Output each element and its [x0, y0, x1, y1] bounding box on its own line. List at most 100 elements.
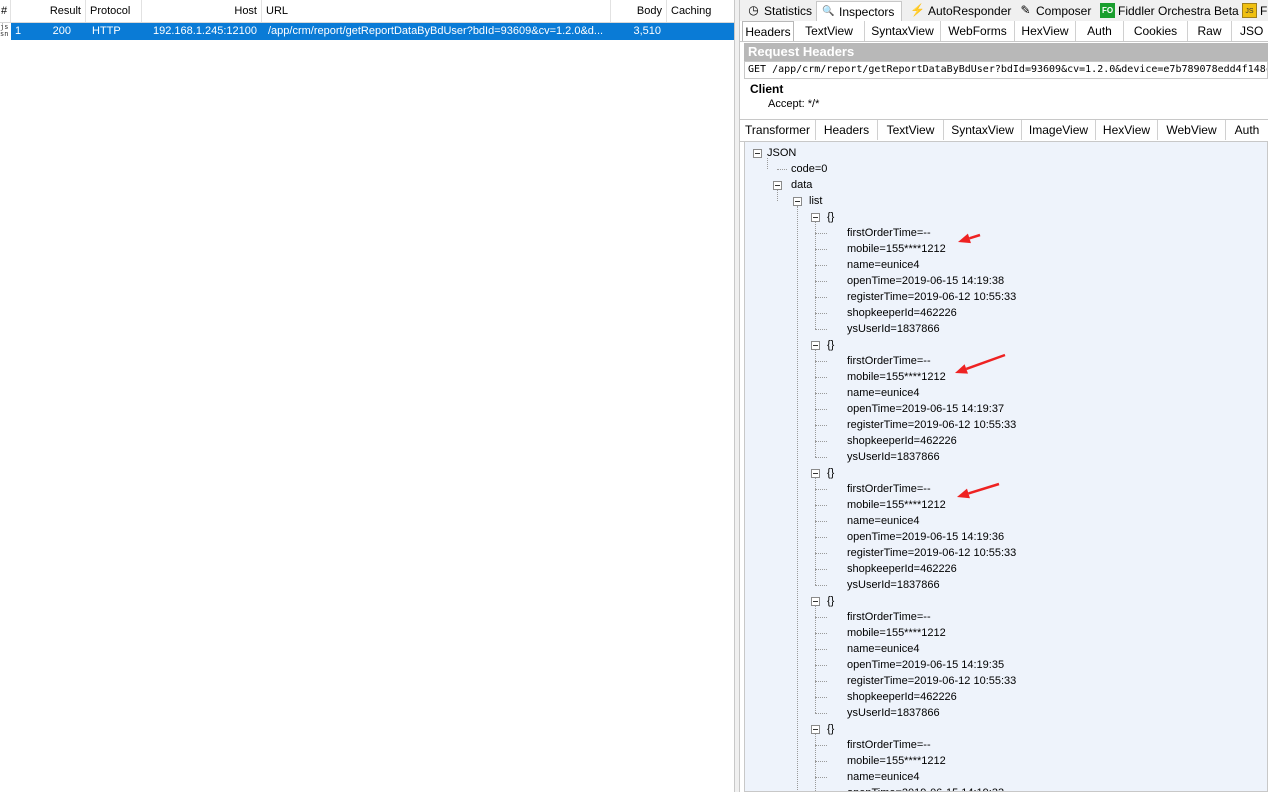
response-tab-headers[interactable]: Headers: [816, 120, 878, 140]
json-field[interactable]: shopkeeperId=462226: [847, 689, 957, 705]
request-tab-webforms[interactable]: WebForms: [941, 21, 1015, 41]
json-node-object[interactable]: {}: [827, 465, 834, 481]
tab-autoresponder[interactable]: ⚡ AutoResponder: [906, 1, 1011, 21]
col-header-url[interactable]: URL: [262, 0, 611, 22]
json-field[interactable]: ysUserId=1837866: [847, 577, 940, 593]
json-field[interactable]: openTime=2019-06-15 14:19:37: [847, 401, 1004, 417]
json-field[interactable]: firstOrderTime=--: [847, 225, 931, 241]
response-tab-webview[interactable]: WebView: [1158, 120, 1226, 140]
tree-guide-line: [815, 489, 827, 490]
collapse-toggle[interactable]: [793, 197, 802, 206]
tree-guide-line: [815, 281, 827, 282]
json-node-code[interactable]: code=0: [791, 161, 827, 177]
json-field[interactable]: registerTime=2019-06-12 10:55:33: [847, 673, 1016, 689]
request-tab-json[interactable]: JSO: [1232, 21, 1268, 41]
json-field[interactable]: ysUserId=1837866: [847, 449, 940, 465]
request-tab-cookies[interactable]: Cookies: [1124, 21, 1188, 41]
collapse-toggle[interactable]: [811, 469, 820, 478]
response-tab-textview[interactable]: TextView: [878, 120, 944, 140]
json-node-data[interactable]: data: [791, 177, 812, 193]
tree-guide-line: [797, 206, 798, 791]
json-field[interactable]: mobile=155****1212: [847, 625, 946, 641]
tab-inspectors[interactable]: 🔍 Inspectors: [816, 1, 902, 22]
json-root-node[interactable]: JSON: [767, 145, 796, 161]
request-tab-hexview[interactable]: HexView: [1015, 21, 1076, 41]
tree-guide-line: [815, 745, 827, 746]
json-node-object[interactable]: {}: [827, 337, 834, 353]
tree-guide-line: [777, 190, 778, 201]
request-tab-raw[interactable]: Raw: [1188, 21, 1232, 41]
json-field[interactable]: mobile=155****1212: [847, 241, 946, 257]
json-field[interactable]: ysUserId=1837866: [847, 705, 940, 721]
json-field[interactable]: mobile=155****1212: [847, 497, 946, 513]
request-tab-auth[interactable]: Auth: [1076, 21, 1124, 41]
response-tab-hexview[interactable]: HexView: [1096, 120, 1158, 140]
session-host: 192.168.1.245:12100: [153, 25, 257, 37]
tab-statistics[interactable]: ◷ Statistics: [742, 1, 816, 21]
request-line: GET /app/crm/report/getReportDataByBdUse…: [744, 61, 1268, 79]
col-header-protocol[interactable]: Protocol: [86, 0, 142, 22]
json-field[interactable]: ysUserId=1837866: [847, 321, 940, 337]
tree-guide-line: [815, 569, 827, 570]
tree-guide-line: [815, 777, 827, 778]
tree-guide-line: [815, 478, 816, 585]
json-field[interactable]: firstOrderTime=--: [847, 353, 931, 369]
response-tab-auth[interactable]: Auth: [1226, 120, 1268, 140]
collapse-toggle[interactable]: [753, 149, 762, 158]
tab-composer[interactable]: ✎ Composer: [1014, 1, 1094, 21]
collapse-toggle[interactable]: [811, 213, 820, 222]
tree-guide-line: [815, 350, 816, 457]
collapse-toggle[interactable]: [773, 181, 782, 190]
tree-guide-line: [815, 606, 816, 713]
json-field[interactable]: openTime=2019-06-15 14:19:38: [847, 273, 1004, 289]
json-field[interactable]: firstOrderTime=--: [847, 609, 931, 625]
json-field[interactable]: name=eunice4: [847, 257, 919, 273]
request-tab-syntaxview[interactable]: SyntaxView: [865, 21, 941, 41]
json-field[interactable]: registerTime=2019-06-12 10:55:33: [847, 545, 1016, 561]
fiddlerscript-icon: JS: [1242, 3, 1257, 18]
json-field[interactable]: registerTime=2019-06-12 10:55:33: [847, 417, 1016, 433]
request-tab-headers[interactable]: Headers: [742, 21, 794, 41]
collapse-toggle[interactable]: [811, 341, 820, 350]
json-field[interactable]: openTime=2019-06-15 14:19:35: [847, 657, 1004, 673]
json-node-object[interactable]: {}: [827, 721, 834, 737]
json-field[interactable]: shopkeeperId=462226: [847, 561, 957, 577]
json-field[interactable]: firstOrderTime=--: [847, 737, 931, 753]
json-field[interactable]: name=eunice4: [847, 513, 919, 529]
response-tab-imageview[interactable]: ImageView: [1022, 120, 1096, 140]
request-tab-textview[interactable]: TextView: [794, 21, 865, 41]
col-header-host[interactable]: Host: [142, 0, 262, 22]
json-field[interactable]: openTime=2019-06-15 14:19:36: [847, 529, 1004, 545]
json-field[interactable]: name=eunice4: [847, 641, 919, 657]
session-row[interactable]: js sn 1 200 HTTP 192.168.1.245:12100 /ap…: [0, 23, 734, 40]
json-field[interactable]: shopkeeperId=462226: [847, 305, 957, 321]
json-field[interactable]: registerTime=2019-06-12 10:55:33: [847, 289, 1016, 305]
collapse-toggle[interactable]: [811, 597, 820, 606]
tree-guide-line: [815, 681, 827, 682]
col-header-number[interactable]: #: [0, 0, 11, 22]
session-body: 3,510: [633, 25, 661, 37]
json-field[interactable]: name=eunice4: [847, 769, 919, 785]
json-field[interactable]: name=eunice4: [847, 385, 919, 401]
tab-fiddlerscript[interactable]: JS Fi: [1238, 1, 1268, 21]
json-node-object[interactable]: {}: [827, 593, 834, 609]
session-list-pane: # Result Protocol Host URL Body Caching …: [0, 0, 734, 792]
json-field[interactable]: shopkeeperId=462226: [847, 433, 957, 449]
json-field[interactable]: mobile=155****1212: [847, 753, 946, 769]
col-header-result[interactable]: Result: [11, 0, 86, 22]
col-header-caching[interactable]: Caching: [667, 0, 734, 22]
tree-guide-line: [815, 521, 827, 522]
json-field[interactable]: firstOrderTime=--: [847, 481, 931, 497]
request-tab-strip: Headers TextView SyntaxView WebForms Hex…: [740, 21, 1268, 42]
json-node-object[interactable]: {}: [827, 209, 834, 225]
response-tab-transformer[interactable]: Transformer: [740, 120, 816, 140]
json-field[interactable]: mobile=155****1212: [847, 369, 946, 385]
json-tree-view[interactable]: JSON code=0 data list{} firstOrderTime=-- mob…: [744, 141, 1268, 792]
collapse-toggle[interactable]: [811, 725, 820, 734]
tree-guide-line: [815, 649, 827, 650]
response-tab-syntaxview[interactable]: SyntaxView: [944, 120, 1022, 140]
json-field[interactable]: openTime=2019-06-15 14:19:33: [847, 785, 1004, 791]
json-node-list[interactable]: list: [809, 193, 822, 209]
tab-fiddler-orchestra[interactable]: FO Fiddler Orchestra Beta: [1096, 1, 1239, 21]
col-header-body[interactable]: Body: [611, 0, 667, 22]
